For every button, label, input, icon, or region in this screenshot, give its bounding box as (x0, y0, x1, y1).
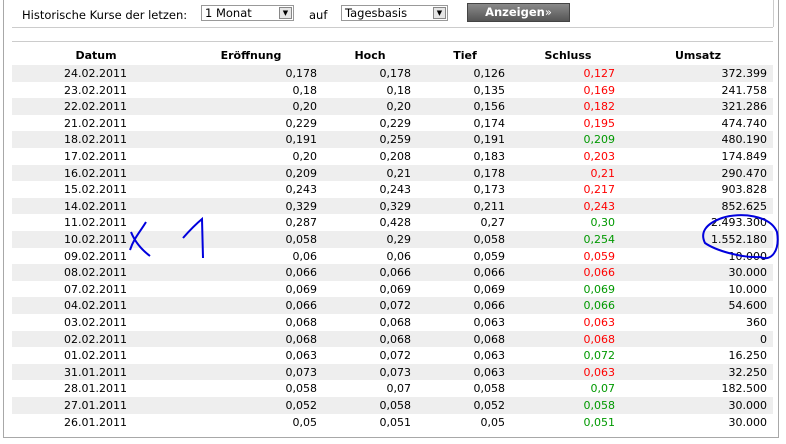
handwritten-one (182, 216, 204, 259)
handwritten-annotation (129, 214, 779, 260)
handwritten-x (129, 221, 151, 257)
handwritten-circle (702, 214, 779, 260)
